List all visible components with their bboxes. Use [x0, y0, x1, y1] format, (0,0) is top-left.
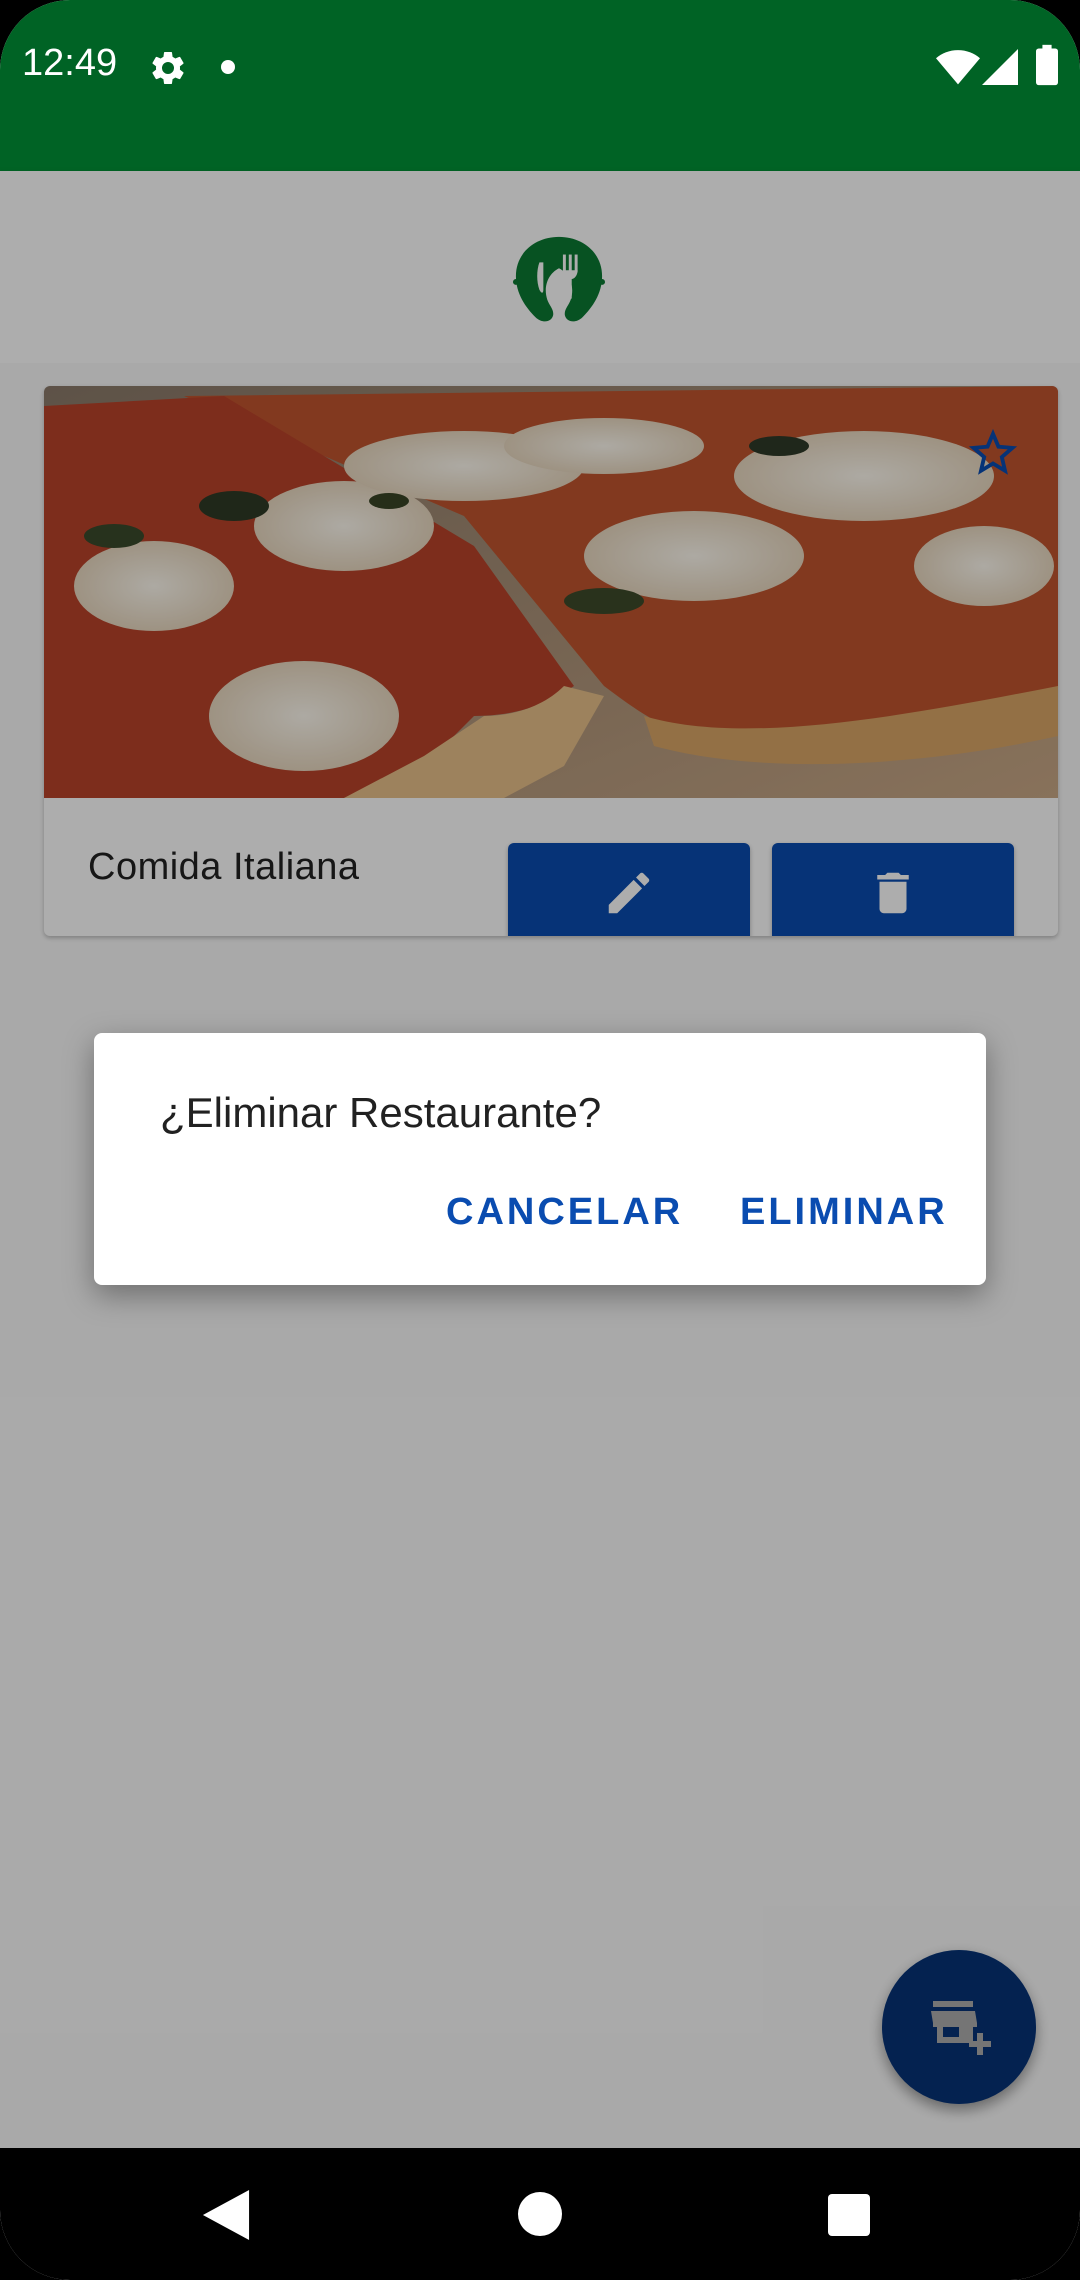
status-time: 12:49 [22, 42, 118, 84]
home-icon[interactable] [518, 2192, 562, 2236]
dialog-title: ¿Eliminar Restaurante? [160, 1089, 602, 1136]
gear-icon [152, 51, 184, 84]
device-screen: 12:49 Comida Italiana ¿Eliminar Restaura… [0, 0, 1080, 2280]
battery-icon [1036, 44, 1058, 86]
wifi-icon [936, 50, 980, 85]
confirm-delete-button[interactable]: ELIMINAR [740, 1191, 948, 1234]
fab-scrim-shade [882, 1950, 1036, 2104]
cancel-button[interactable]: CANCELAR [446, 1191, 683, 1234]
delete-dialog: ¿Eliminar Restaurante? CANCELAR ELIMINAR [94, 1033, 986, 1285]
status-bar: 12:49 [0, 0, 1080, 171]
navigation-bar [0, 2148, 1080, 2280]
recents-icon[interactable] [828, 2194, 870, 2236]
signal-icon [982, 49, 1018, 85]
notification-dot-icon [221, 60, 235, 74]
back-icon[interactable] [202, 2190, 250, 2240]
